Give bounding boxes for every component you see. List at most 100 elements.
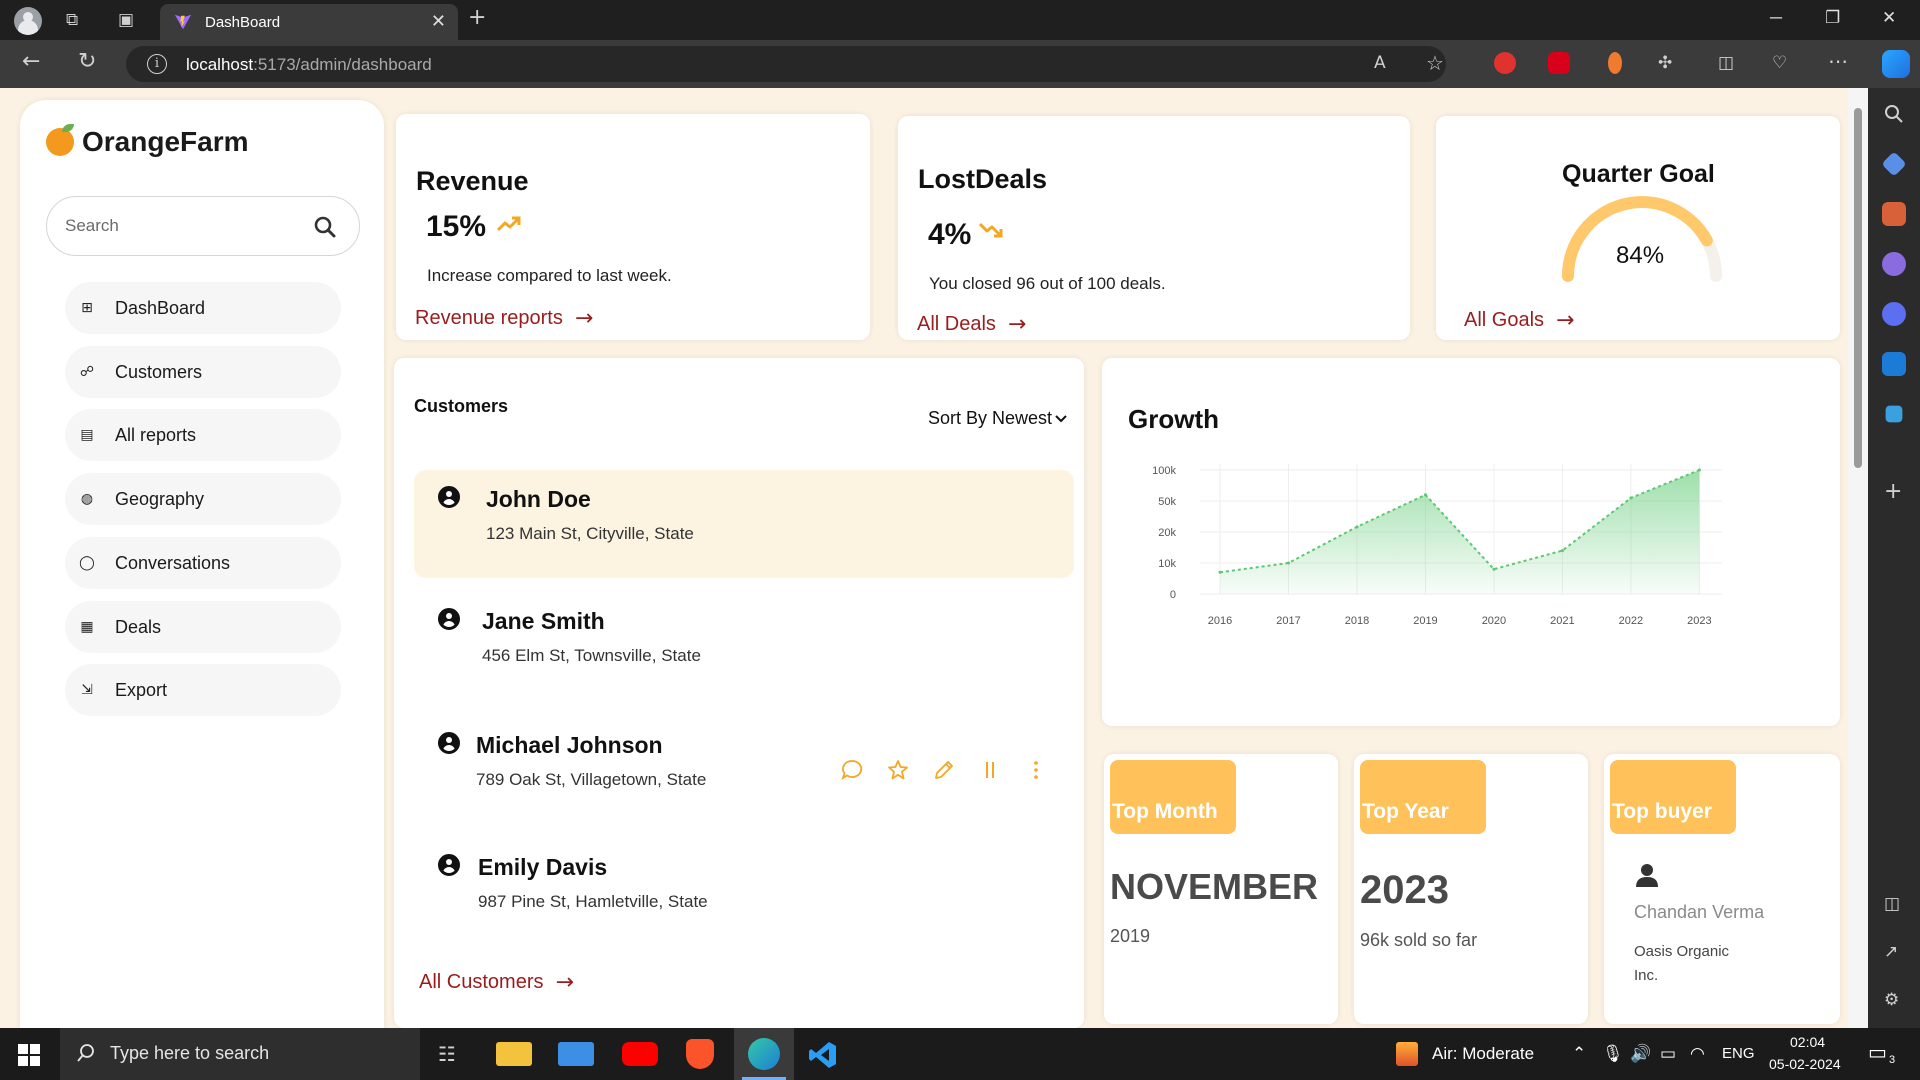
customer-row[interactable]: John Doe 123 Main St, Cityville, State <box>414 470 1074 578</box>
lost-deals-title: LostDeals <box>918 164 1048 194</box>
sidebar-tools-icon[interactable] <box>1882 202 1906 226</box>
more-menu-icon[interactable]: ⋯ <box>1828 51 1848 71</box>
star-icon[interactable] <box>886 758 910 782</box>
top-month-badge-label: Top Month <box>1112 800 1218 823</box>
tray-chevron-up-icon[interactable]: ⌃ <box>1572 1044 1586 1064</box>
sidebar-item-all-reports[interactable]: ▤ All reports <box>65 409 341 461</box>
sidebar-item-conversations[interactable]: ◯ Conversations <box>65 537 341 589</box>
file-explorer-icon[interactable] <box>496 1042 532 1066</box>
sidebar-item-dashboard[interactable]: ⊞ DashBoard <box>65 282 341 334</box>
sidebar-send-icon[interactable] <box>1885 405 1903 423</box>
x-tick-label: 2022 <box>1619 615 1643 627</box>
back-icon[interactable]: ← <box>22 51 40 73</box>
url-field[interactable]: i localhost:5173/admin/dashboard A ☆ <box>126 46 1446 82</box>
search-input[interactable] <box>65 214 295 238</box>
all-deals-link[interactable]: All Deals → <box>917 312 1026 337</box>
browser-essentials-icon[interactable]: ♡ <box>1772 53 1787 73</box>
brave-icon[interactable] <box>686 1039 714 1069</box>
sidebar-external-icon[interactable]: ↗ <box>1884 942 1898 962</box>
sidebar-panel-icon[interactable]: ◫ <box>1884 894 1900 914</box>
windows-start-icon[interactable] <box>18 1044 40 1066</box>
site-info-icon[interactable]: i <box>147 54 167 74</box>
sort-label: Sort By Newest <box>927 408 1052 428</box>
top-buyer-card: Top buyer Chandan Verma Oasis Organic In… <box>1604 754 1840 1024</box>
volume-icon[interactable]: 🔊 <box>1630 1044 1651 1064</box>
sidebar-item-geography[interactable]: ◍ Geography <box>65 473 341 525</box>
sidebar-item-deals[interactable]: ▦ Deals <box>65 601 341 653</box>
all-goals-link[interactable]: All Goals → <box>1464 308 1574 333</box>
vscode-icon[interactable] <box>808 1040 838 1070</box>
customer-row[interactable]: Emily Davis 987 Pine St, Hamletville, St… <box>414 836 1074 944</box>
growth-chart: 010k20k50k100k 2016 2017 2018 2019 2020 2021 2… <box>1152 464 1722 627</box>
profile-icon[interactable] <box>14 7 42 35</box>
new-tab-icon[interactable]: + <box>468 7 486 29</box>
split-screen-icon[interactable]: ◫ <box>1718 53 1734 73</box>
scrollbar-thumb[interactable] <box>1854 108 1862 468</box>
youtube-icon[interactable] <box>622 1042 658 1066</box>
close-window-icon[interactable]: ✕ <box>1882 8 1896 28</box>
sort-dropdown[interactable]: Sort By Newest <box>928 408 1068 429</box>
wifi-icon[interactable]: ◠ <box>1690 1044 1705 1064</box>
minimize-icon[interactable]: ─ <box>1770 8 1782 28</box>
search-icon[interactable] <box>313 215 337 239</box>
microphone-icon[interactable]: 🎙 <box>1602 1044 1624 1064</box>
language-indicator[interactable]: ENG <box>1722 1045 1755 1062</box>
customers-card: Customers Sort By Newest John Doe 123 Ma… <box>394 358 1084 1028</box>
sidebar-shopping-icon[interactable] <box>1881 151 1907 177</box>
all-customers-link[interactable]: All Customers → <box>419 970 574 995</box>
restore-icon[interactable]: ❐ <box>1825 8 1840 28</box>
revenue-title: Revenue <box>416 166 529 196</box>
browser-tab[interactable]: DashBoard ✕ <box>160 4 458 40</box>
workspaces-icon[interactable]: ⧉ <box>66 10 78 30</box>
sidebar-copilot-icon[interactable] <box>1882 302 1906 326</box>
sidebar-search-icon[interactable] <box>1882 102 1906 126</box>
top-year-badge-label: Top Year <box>1362 800 1449 823</box>
battery-icon[interactable]: ▭ <box>1660 1044 1676 1064</box>
extensions-puzzle-icon[interactable]: ✣ <box>1658 53 1672 73</box>
y-tick-label: 20k <box>1158 527 1176 539</box>
x-tick-label: 2021 <box>1550 615 1574 627</box>
extension-drop-icon[interactable] <box>1608 52 1622 74</box>
users-icon: ☍ <box>79 364 95 380</box>
trend-up-icon <box>496 216 521 232</box>
sidebar-item-customers[interactable]: ☍ Customers <box>65 346 341 398</box>
weather-text[interactable]: Air: Moderate <box>1432 1044 1534 1064</box>
close-tab-icon[interactable]: ✕ <box>431 11 446 32</box>
sidebar-item-label: Deals <box>115 616 162 637</box>
customer-name: John Doe <box>486 486 591 512</box>
pause-icon[interactable] <box>978 758 1002 782</box>
edit-pencil-icon[interactable] <box>932 758 956 782</box>
taskbar-search[interactable]: Type here to search <box>60 1028 420 1080</box>
tab-actions-icon[interactable]: ▣ <box>118 10 134 30</box>
sidebar-games-icon[interactable] <box>1882 252 1906 276</box>
sidebar-item-label: Export <box>115 679 168 700</box>
more-vertical-icon[interactable] <box>1024 758 1048 782</box>
extension-shield-icon[interactable] <box>1548 52 1570 74</box>
vite-logo-icon <box>174 14 192 30</box>
task-view-icon[interactable]: ☷ <box>438 1044 456 1064</box>
message-icon[interactable] <box>840 758 864 782</box>
chevron-down-icon <box>1055 414 1067 422</box>
customer-row[interactable]: Jane Smith 456 Elm St, Townsville, State <box>414 592 1074 700</box>
sidebar-add-icon[interactable]: + <box>1884 481 1902 503</box>
customer-row[interactable]: Michael Johnson 789 Oak St, Villagetown,… <box>414 714 1074 822</box>
notifications-icon[interactable]: ▭ <box>1868 1042 1887 1062</box>
sidebar-settings-icon[interactable]: ⚙ <box>1884 990 1899 1010</box>
clock-date[interactable]: 05-02-2024 <box>1769 1056 1841 1072</box>
dashboard-page: OrangeFarm ⊞ DashBoard ☍ Customers ▤ All… <box>0 88 1848 1028</box>
sidebar-item-export[interactable]: ⇲ Export <box>65 664 341 716</box>
read-aloud-icon[interactable]: A <box>1374 53 1386 73</box>
revenue-reports-link[interactable]: Revenue reports → <box>415 306 593 331</box>
refresh-icon[interactable]: ↻ <box>78 51 96 73</box>
clock-time[interactable]: 02:04 <box>1790 1034 1825 1050</box>
copilot-icon[interactable] <box>1882 50 1910 78</box>
extension-b-icon[interactable] <box>1494 52 1516 74</box>
top-buyer-badge-label: Top buyer <box>1612 800 1712 823</box>
top-year-value: 2023 <box>1360 868 1449 912</box>
mail-icon[interactable] <box>558 1042 594 1066</box>
page-scrollbar[interactable] <box>1848 88 1868 1028</box>
search-box <box>46 196 360 256</box>
edge-taskbar-button[interactable] <box>734 1028 794 1080</box>
favorite-star-icon[interactable]: ☆ <box>1426 53 1444 73</box>
sidebar-outlook-icon[interactable] <box>1882 352 1906 376</box>
